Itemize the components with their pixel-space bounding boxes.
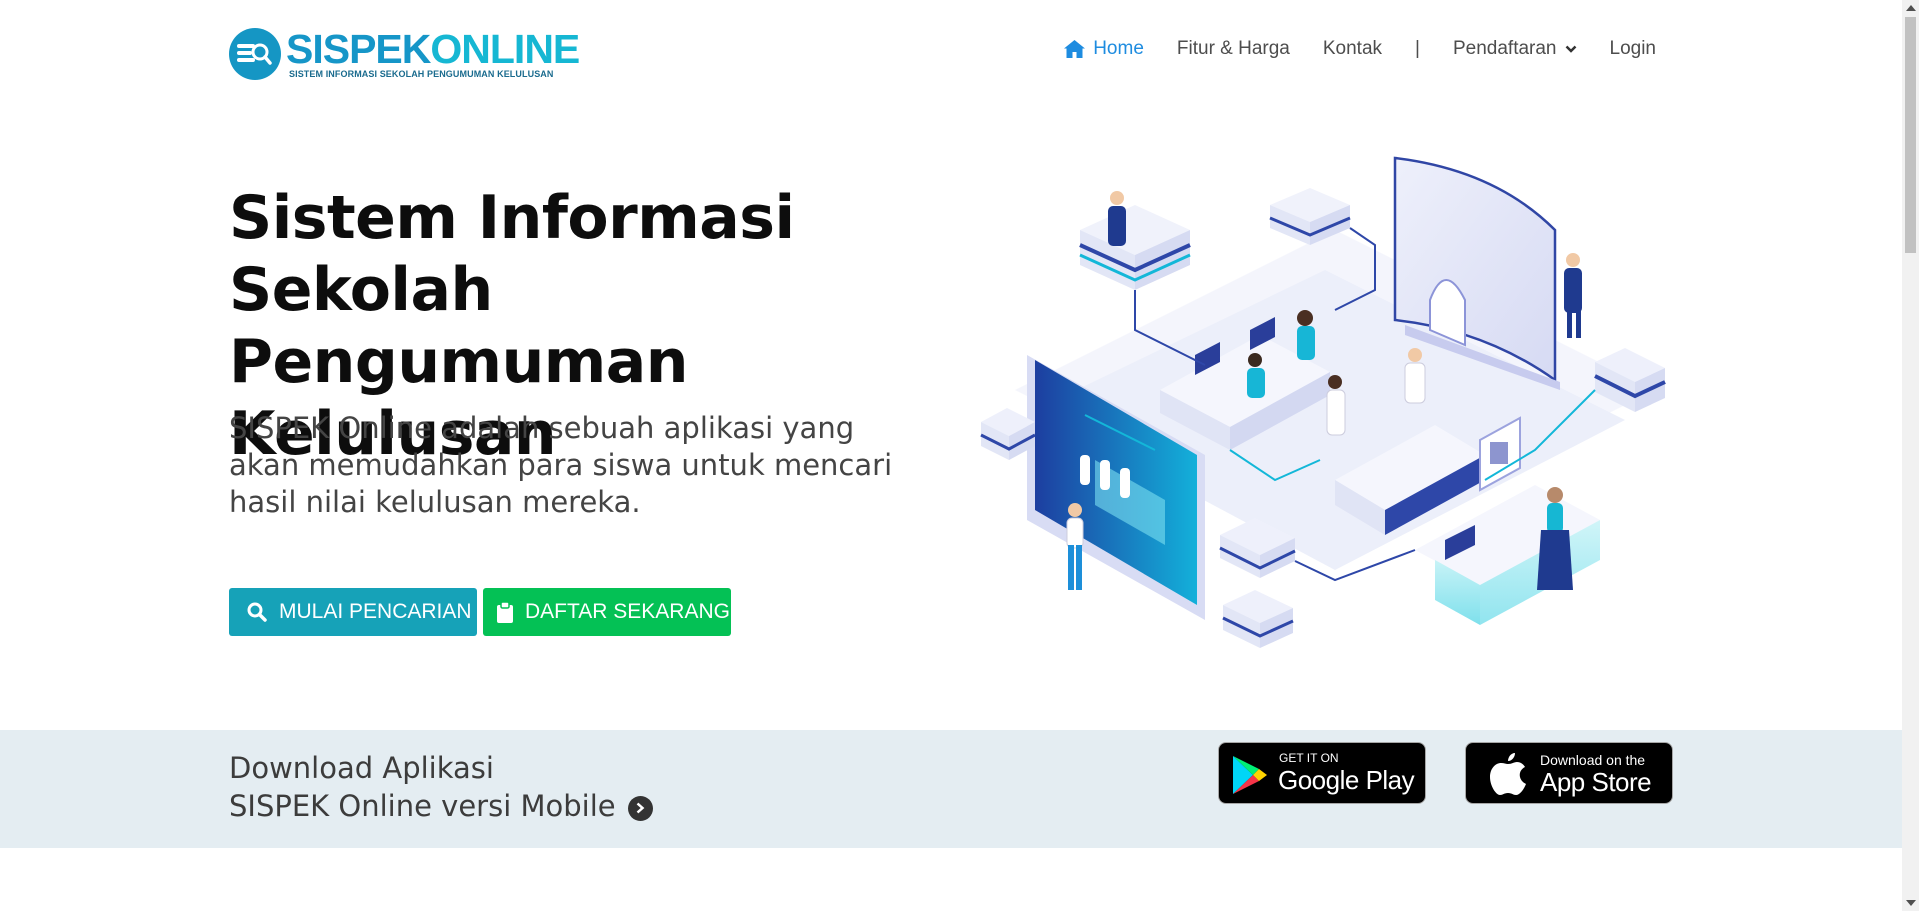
brand-name-part2: ONLINE <box>430 26 580 72</box>
box-stack-6 <box>1222 590 1294 648</box>
register-now-label: DAFTAR SEKARANG <box>525 600 730 623</box>
start-search-button[interactable]: MULAI PENCARIAN <box>229 588 477 636</box>
nav-fitur-harga-label: Fitur & Harga <box>1176 38 1290 59</box>
brand-logo[interactable]: SISPEKONLINE SISTEM INFORMASI SEKOLAH PE… <box>229 26 580 80</box>
nav-fitur-harga[interactable]: Fitur & Harga <box>1177 38 1290 60</box>
nav-home[interactable]: Home <box>1064 38 1144 60</box>
scrollbar-thumb[interactable] <box>1905 17 1916 253</box>
nav-pendaftaran-label: Pendaftaran <box>1452 38 1557 59</box>
page-scrollbar[interactable] <box>1902 0 1919 911</box>
box-stack-1 <box>1079 205 1191 290</box>
nav-home-label: Home <box>1093 38 1144 59</box>
nav-login[interactable]: Login <box>1610 38 1657 60</box>
download-line-2[interactable]: SISPEK Online versi Mobile <box>229 787 653 825</box>
brand-name: SISPEKONLINE <box>286 26 580 72</box>
box-stack-4 <box>980 408 1036 460</box>
nav-login-label: Login <box>1609 38 1657 59</box>
scroll-up-arrow-icon[interactable] <box>1906 5 1916 11</box>
brand-tagline: SISTEM INFORMASI SEKOLAH PENGUMUMAN KELU… <box>289 69 554 79</box>
hero-description: SISPEK Online adalah sebuah aplikasi yan… <box>229 411 893 519</box>
chevron-right-circle-icon[interactable] <box>627 795 653 821</box>
apple-icon <box>1490 753 1526 795</box>
navbar: SISPEKONLINE SISTEM INFORMASI SEKOLAH PE… <box>0 0 1902 102</box>
home-icon <box>1064 40 1086 58</box>
nav-divider-label: | <box>1415 38 1420 59</box>
logo-search-icon <box>229 28 281 80</box>
google-play-big-text: Google Play <box>1278 765 1415 795</box>
google-play-small-text: GET IT ON <box>1279 751 1339 765</box>
start-search-label: MULAI PENCARIAN <box>279 600 472 623</box>
nav-pendaftaran-dropdown[interactable]: Pendaftaran <box>1453 38 1577 60</box>
clipboard-icon <box>497 601 513 623</box>
app-store-badge[interactable]: Download on the App Store <box>1465 742 1673 804</box>
nav-kontak-label: Kontak <box>1322 38 1383 59</box>
download-line-1: Download Aplikasi <box>229 751 494 785</box>
download-app-text: Download Aplikasi SISPEK Online versi Mo… <box>229 749 653 825</box>
google-play-badge[interactable]: GET IT ON Google Play <box>1218 742 1426 804</box>
chevron-down-icon <box>1565 45 1576 53</box>
nav-divider: | <box>1415 38 1420 60</box>
scroll-down-arrow-icon[interactable] <box>1906 900 1916 906</box>
download-app-band: Download Aplikasi SISPEK Online versi Mo… <box>0 730 1902 848</box>
google-play-icon <box>1233 756 1267 794</box>
main-nav: Home Fitur & Harga Kontak | Pendaftaran … <box>1031 38 1656 60</box>
hero-illustration <box>980 156 1666 648</box>
register-now-button[interactable]: DAFTAR SEKARANG <box>483 588 731 636</box>
download-line-2-label: SISPEK Online versi Mobile <box>229 789 616 823</box>
app-store-big-text: App Store <box>1540 767 1652 797</box>
nav-kontak[interactable]: Kontak <box>1323 38 1382 60</box>
search-icon <box>247 602 267 622</box>
brand-name-part1: SISPEK <box>286 26 431 72</box>
app-store-small-text: Download on the <box>1540 752 1646 768</box>
